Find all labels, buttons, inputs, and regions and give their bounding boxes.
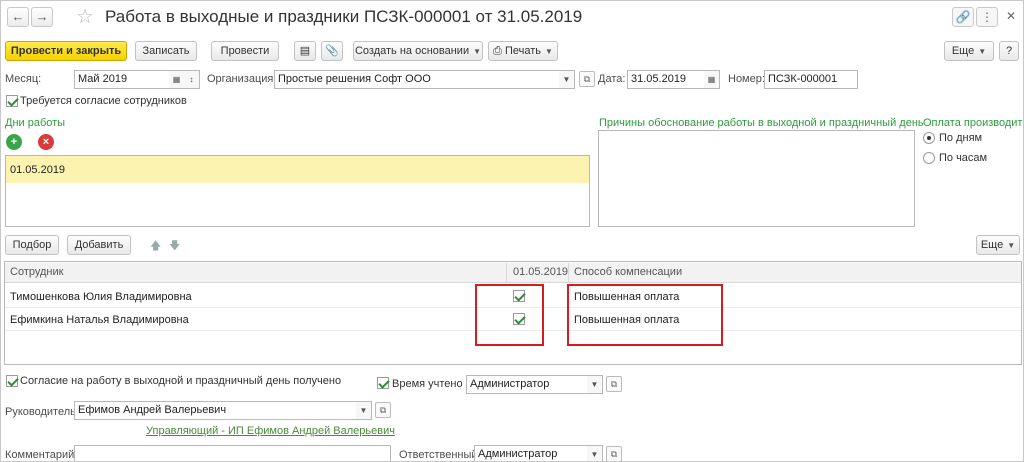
close-icon: ✕	[1005, 9, 1017, 23]
time-recorded-checkbox[interactable]	[377, 377, 389, 389]
forward-button[interactable]: →	[31, 7, 53, 27]
more-label: Еще	[951, 45, 975, 57]
open-icon[interactable]: ⧉	[579, 71, 595, 87]
chevron-down-icon[interactable]: ▼	[356, 401, 372, 420]
calendar-icon[interactable]: ▦	[704, 70, 720, 89]
highlight-box-compensation	[567, 284, 723, 346]
attachment-button[interactable]: 📎	[321, 41, 343, 61]
reasons-textarea[interactable]	[598, 130, 915, 227]
print-label: Печать	[504, 45, 541, 57]
highlight-box-date	[475, 284, 544, 346]
print-button[interactable]: ⎙ Печать ▼	[488, 41, 558, 61]
month-label: Месяц:	[5, 73, 42, 85]
number-field[interactable]: ПСЗК-000001	[764, 70, 858, 89]
payment-by-hours-label: По часам	[939, 152, 988, 164]
number-label: Номер:	[728, 73, 765, 85]
window-title: Работа в выходные и праздники ПСЗК-00000…	[105, 7, 583, 26]
consent-received-checkbox[interactable]	[6, 375, 18, 387]
back-button[interactable]: ←	[7, 7, 29, 27]
save-button[interactable]: Записать	[135, 41, 197, 61]
create-based-on-button[interactable]: Создать на основании ▼	[353, 41, 483, 61]
list-item[interactable]: 01.05.2019	[6, 156, 589, 183]
menu-button[interactable]: ⋮	[976, 7, 998, 27]
open-icon[interactable]: ⧉	[375, 402, 391, 418]
chevron-down-icon[interactable]: ▼	[559, 70, 575, 89]
payment-by-days-radio[interactable]	[923, 132, 935, 144]
column-divider	[506, 263, 507, 283]
report-button[interactable]: ▤	[294, 41, 316, 61]
chevron-down-icon: ▼	[545, 47, 553, 56]
spin-icon[interactable]: ↕	[184, 70, 200, 89]
chevron-down-icon: ▼	[473, 47, 482, 56]
favorite-star-icon[interactable]: ☆	[76, 4, 94, 29]
date-field[interactable]: 31.05.2019	[627, 70, 705, 89]
work-days-title: Дни работы	[5, 117, 66, 129]
time-recorded-label: Время учтено	[392, 378, 463, 390]
add-icon[interactable]: +	[6, 134, 22, 150]
list-report-icon: ▤	[299, 45, 311, 57]
consent-required-checkbox[interactable]	[6, 95, 18, 107]
column-divider	[568, 263, 569, 283]
date-label: Дата:	[598, 73, 626, 85]
column-employee: Сотрудник	[10, 266, 64, 278]
payment-by-days-label: По дням	[939, 132, 983, 144]
column-date: 01.05.2019	[513, 266, 569, 278]
consent-required-label: Требуется согласие сотрудников	[20, 95, 187, 107]
table-header: Сотрудник 01.05.2019 Способ компенсации	[5, 263, 1021, 283]
post-and-close-button[interactable]: Провести и закрыть	[5, 41, 127, 61]
move-up-icon[interactable]: 🡅	[150, 237, 161, 256]
arrow-left-icon: ←	[11, 9, 25, 24]
payment-by-hours-radio[interactable]	[923, 152, 935, 164]
chevron-down-icon: ▼	[978, 47, 987, 56]
organization-field[interactable]: Простые решения Софт ООО	[274, 70, 560, 89]
manager-field[interactable]: Ефимов Андрей Валерьевич	[74, 401, 357, 420]
add-button[interactable]: Добавить	[67, 235, 131, 255]
delete-icon[interactable]: ×	[38, 134, 54, 150]
employee-name: Тимошенкова Юлия Владимировна	[10, 291, 192, 303]
organization-label: Организация:	[207, 73, 277, 85]
help-button[interactable]: ?	[999, 41, 1019, 61]
chevron-down-icon[interactable]: ▼	[587, 375, 603, 394]
link-icon: 🔗	[955, 10, 971, 24]
post-button[interactable]: Провести	[211, 41, 279, 61]
manager-label: Руководитель:	[5, 406, 79, 418]
comment-field[interactable]	[74, 445, 391, 461]
pick-button[interactable]: Подбор	[5, 235, 59, 255]
open-icon[interactable]: ⧉	[606, 446, 622, 461]
reasons-title: Причины обоснование работы в выходной и …	[599, 117, 924, 129]
month-field[interactable]: Май 2019	[74, 70, 170, 89]
work-day-value: 01.05.2019	[10, 164, 66, 176]
comment-label: Комментарий:	[5, 449, 78, 461]
chevron-down-icon: ▼	[1007, 241, 1016, 250]
column-compensation: Способ компенсации	[574, 266, 683, 278]
responsible-label: Ответственный:	[399, 449, 481, 461]
move-down-icon[interactable]: 🡇	[169, 237, 180, 256]
chevron-down-icon[interactable]: ▼	[587, 445, 603, 461]
table-more-label: Еще	[980, 239, 1004, 251]
work-days-list: 01.05.2019	[5, 155, 590, 227]
table-more-button[interactable]: Еще ▼	[976, 235, 1020, 255]
responsible-field[interactable]: Администратор	[474, 445, 588, 461]
create-based-label: Создать на основании	[354, 45, 470, 57]
printer-icon: ⎙	[493, 45, 502, 57]
open-icon[interactable]: ⧉	[606, 376, 622, 392]
time-recorded-field[interactable]: Администратор	[466, 375, 588, 394]
close-button[interactable]: ✕	[1000, 7, 1022, 27]
document-window: ← → ☆ Работа в выходные и праздники ПСЗК…	[0, 0, 1024, 462]
calendar-icon[interactable]: ▦	[169, 70, 185, 89]
payment-title: Оплата производится	[923, 117, 1024, 129]
employee-name: Ефимкина Наталья Владимировна	[10, 314, 189, 326]
paperclip-icon: 📎	[325, 45, 339, 57]
arrow-right-icon: →	[35, 9, 49, 24]
link-button[interactable]: 🔗	[952, 7, 974, 27]
more-button[interactable]: Еще ▼	[944, 41, 994, 61]
consent-received-label: Согласие на работу в выходной и празднич…	[20, 375, 342, 387]
menu-dots-icon: ⋮	[981, 10, 993, 24]
manager-position-link[interactable]: Управляющий - ИП Ефимов Андрей Валерьеви…	[146, 425, 395, 437]
